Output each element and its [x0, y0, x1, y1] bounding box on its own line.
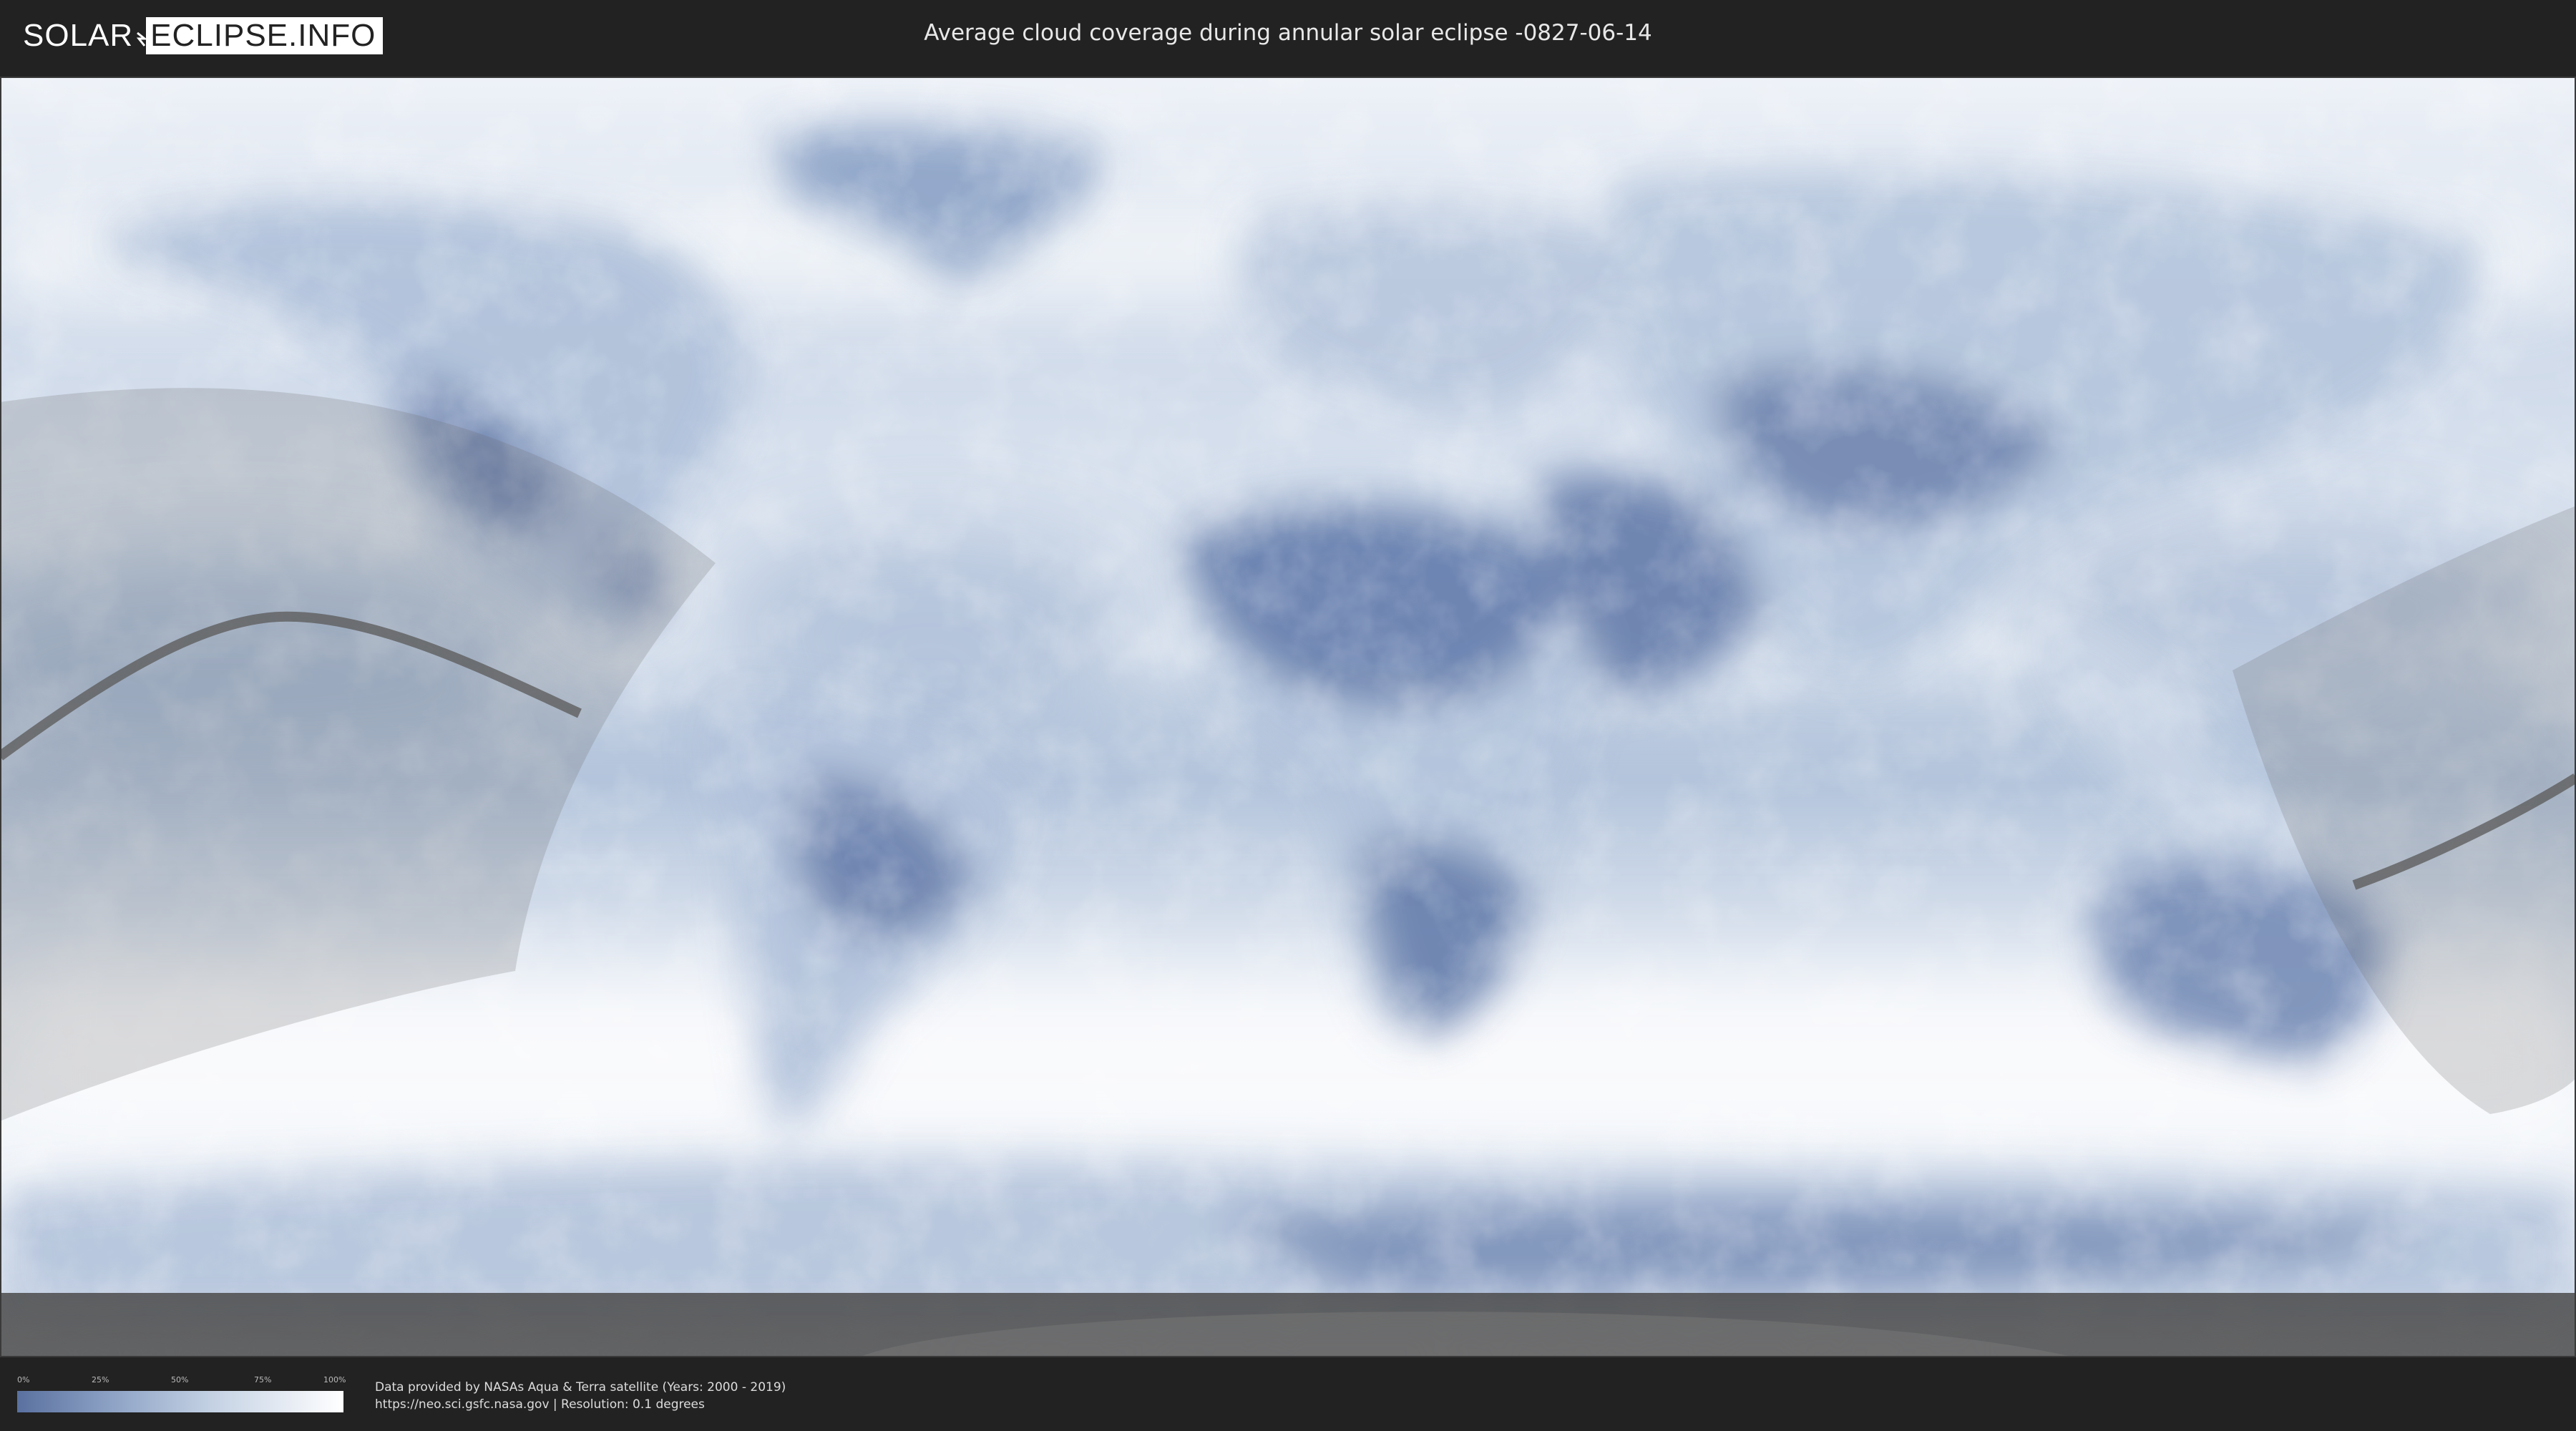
- legend-color-bar: [17, 1391, 343, 1412]
- coverage-legend: 0% 25% 50% 75% 100%: [17, 1375, 346, 1412]
- legend-ticks: 0% 25% 50% 75% 100%: [17, 1375, 346, 1385]
- cloud-coverage-map: [0, 77, 2576, 1357]
- credit-line-1: Data provided by NASAs Aqua & Terra sate…: [375, 1380, 786, 1395]
- legend-tick-75: 75%: [254, 1375, 272, 1384]
- header-bar: SOLAR ECLIPSE.INFO Average cloud coverag…: [0, 0, 2576, 72]
- legend-tick-50: 50%: [171, 1375, 189, 1384]
- page-title: Average cloud coverage during annular so…: [924, 20, 1652, 46]
- legend-tick-100: 100%: [323, 1375, 346, 1384]
- credit-line-2[interactable]: https://neo.sci.gsfc.nasa.gov | Resoluti…: [375, 1396, 786, 1413]
- footer-bar: 0% 25% 50% 75% 100% Data provided by NAS…: [0, 1357, 2576, 1431]
- data-credit: Data provided by NASAs Aqua & Terra sate…: [375, 1379, 786, 1413]
- legend-tick-25: 25%: [92, 1375, 109, 1384]
- legend-tick-0: 0%: [17, 1375, 30, 1384]
